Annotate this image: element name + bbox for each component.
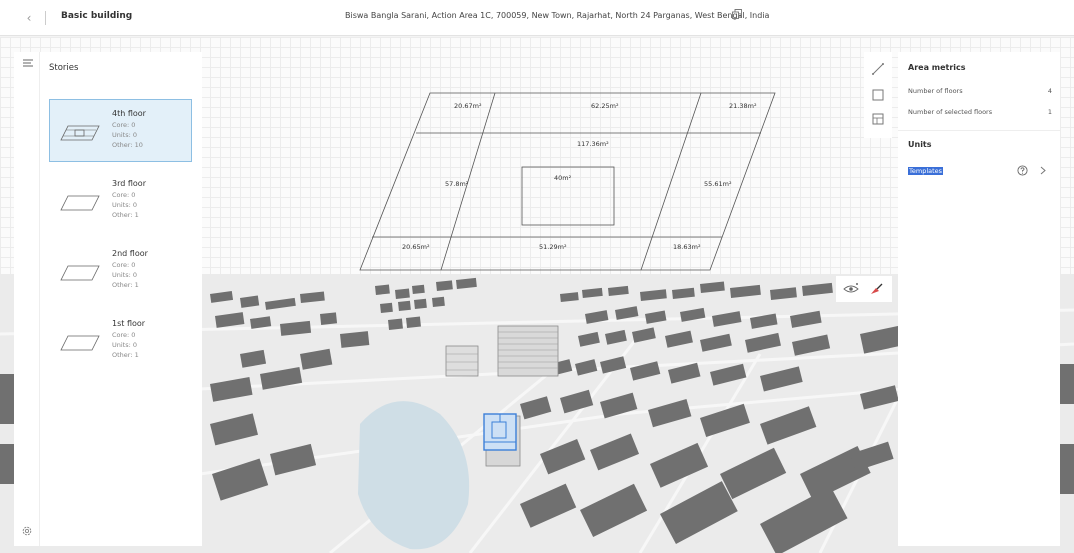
floor-name: 4th floor: [112, 109, 146, 118]
area-metrics-panel: Area metrics Number of floors 4 Number o…: [898, 52, 1060, 546]
floor-core: Core: 0: [112, 261, 136, 269]
floor-core: Core: 0: [112, 121, 136, 129]
floor-units: Units: 0: [112, 201, 138, 209]
area-label: 20.67m²: [454, 102, 482, 110]
floor-thumbnail-icon: [60, 265, 100, 281]
metric-value: 4: [1047, 87, 1052, 95]
area-label: 18.63m²: [673, 243, 701, 251]
floor-units: Units: 0: [112, 341, 138, 349]
view-toolbar: [836, 276, 892, 302]
floor-other: Other: 10: [112, 141, 143, 149]
area-label: 57.8m²: [445, 180, 469, 188]
floor-units: Units: 0: [112, 271, 138, 279]
stories-title: Stories: [49, 63, 79, 73]
paint-icon[interactable]: [868, 282, 884, 296]
floor-other: Other: 1: [112, 281, 139, 289]
chevron-right-icon[interactable]: [1039, 165, 1047, 176]
area-label: 21.38m²: [729, 102, 757, 110]
top-bar: ‹ Basic building Biswa Bangla Sarani, Ac…: [0, 0, 1074, 36]
copy-icon[interactable]: [731, 8, 743, 20]
floor-units: Units: 0: [112, 131, 138, 139]
floor-plan[interactable]: 20.67m² 62.25m² 21.38m² 117.36m² 57.8m² …: [357, 90, 777, 280]
metric-row: Number of floors 4: [908, 87, 1052, 95]
menu-icon[interactable]: [22, 58, 34, 68]
site-address: Biswa Bangla Sarani, Action Area 1C, 700…: [345, 11, 770, 20]
floor-core: Core: 0: [112, 331, 136, 339]
grid-icon[interactable]: [871, 112, 885, 126]
floor-name: 2nd floor: [112, 249, 148, 258]
floor-other: Other: 1: [112, 211, 139, 219]
templates-link[interactable]: Templates: [908, 167, 944, 175]
metric-value: 1: [1047, 108, 1052, 116]
units-title: Units: [908, 140, 932, 149]
back-icon[interactable]: ‹: [22, 10, 36, 26]
divider: [898, 130, 1060, 131]
floor-name: 3rd floor: [112, 179, 146, 188]
rectangle-icon[interactable]: [871, 88, 885, 102]
divider: [45, 11, 46, 25]
left-rail: [14, 52, 40, 546]
eye-icon[interactable]: [843, 282, 859, 296]
floor-card-3rd[interactable]: 3rd floor Core: 0 Units: 0 Other: 1: [49, 169, 192, 232]
area-label: 55.61m²: [704, 180, 732, 188]
metric-label: Number of selected floors: [908, 108, 993, 116]
floor-card-4th[interactable]: 4th floor Core: 0 Units: 0 Other: 10: [49, 99, 192, 162]
drawing-toolbar: [864, 52, 892, 138]
floor-core: Core: 0: [112, 191, 136, 199]
measure-icon[interactable]: [871, 62, 885, 76]
floor-card-2nd[interactable]: 2nd floor Core: 0 Units: 0 Other: 1: [49, 239, 192, 302]
metrics-title: Area metrics: [908, 63, 966, 72]
floor-thumbnail-icon: [60, 125, 100, 141]
floor-other: Other: 1: [112, 351, 139, 359]
area-label: 20.65m²: [402, 243, 430, 251]
settings-icon[interactable]: [21, 525, 33, 537]
floor-card-1st[interactable]: 1st floor Core: 0 Units: 0 Other: 1: [49, 309, 192, 372]
core-area-label: 40m²: [554, 174, 572, 182]
stories-panel: Stories 4th floor Core: 0 Units: 0 Other…: [40, 52, 202, 546]
floor-thumbnail-icon: [60, 195, 100, 211]
area-label: 117.36m²: [577, 140, 609, 148]
area-label: 51.29m²: [539, 243, 567, 251]
floor-thumbnail-icon: [60, 335, 100, 351]
metric-row: Number of selected floors 1: [908, 108, 1052, 116]
floor-name: 1st floor: [112, 319, 146, 328]
help-icon[interactable]: [1017, 165, 1028, 176]
project-title: Basic building: [61, 11, 133, 21]
area-label: 62.25m²: [591, 102, 619, 110]
metric-label: Number of floors: [908, 87, 963, 95]
